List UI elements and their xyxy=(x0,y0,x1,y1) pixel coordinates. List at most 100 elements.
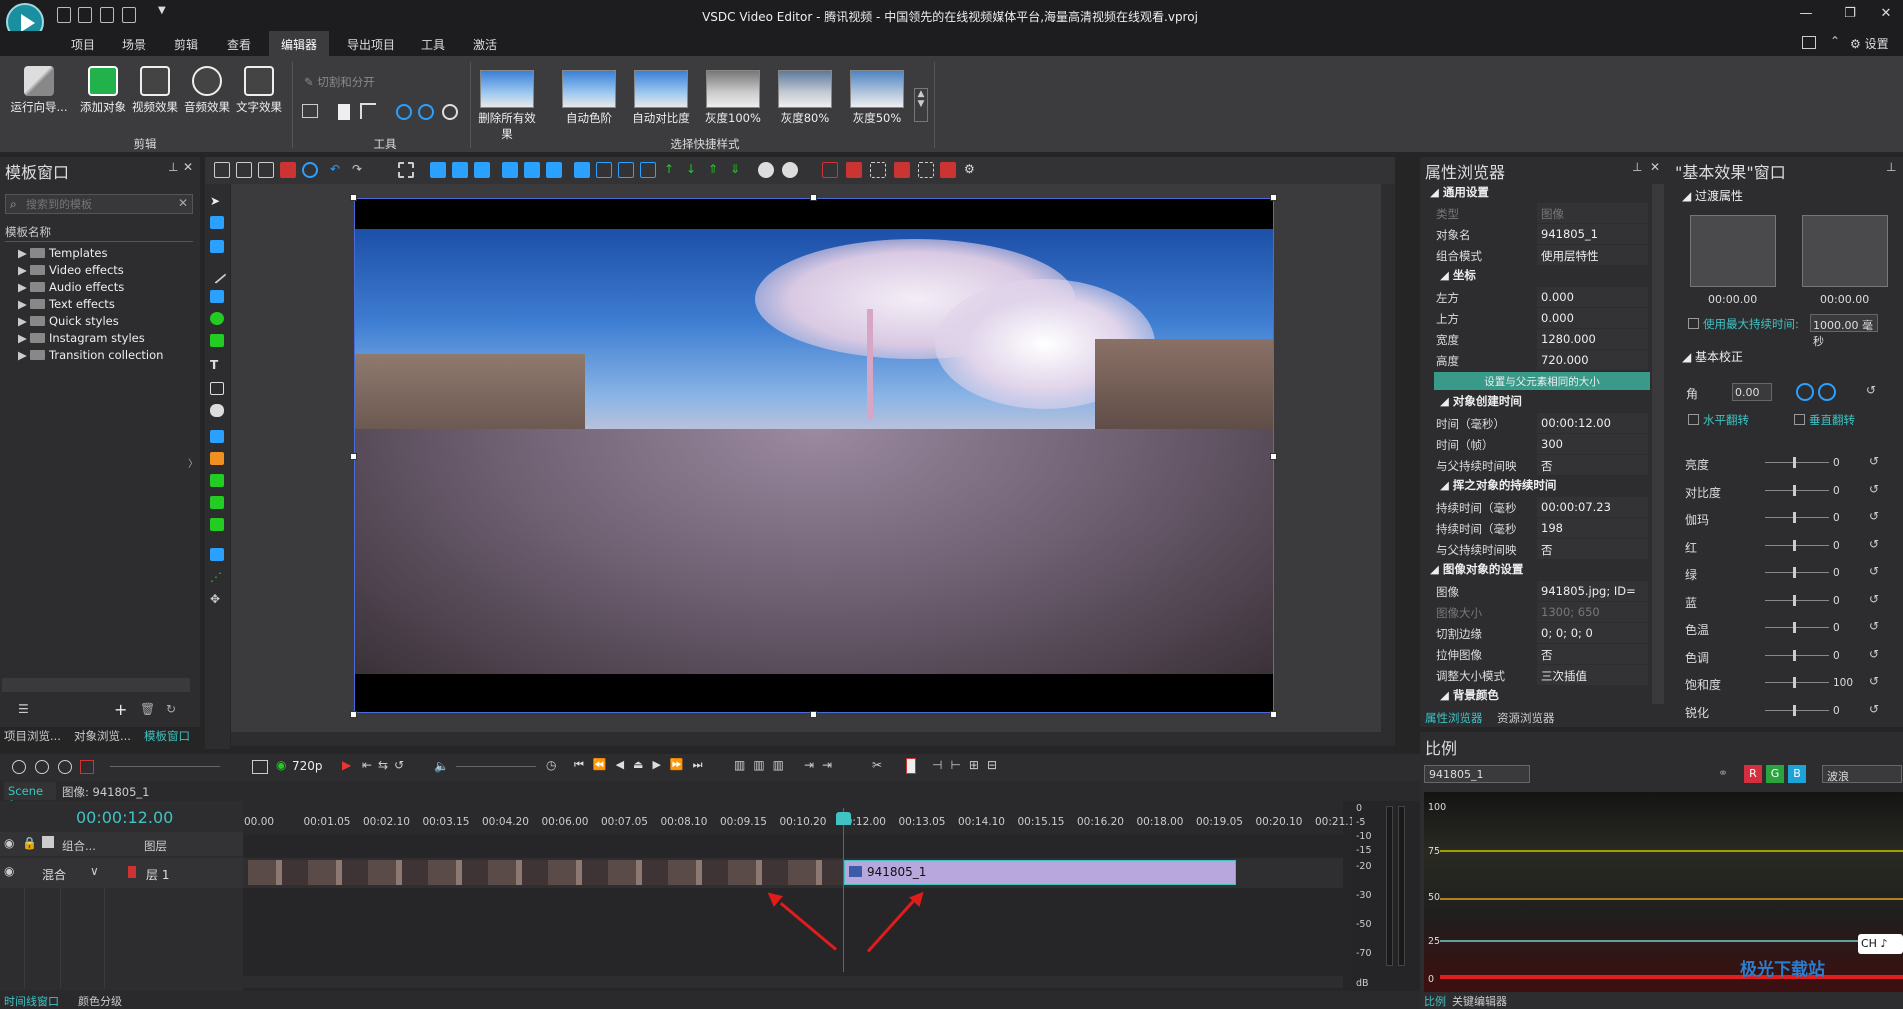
slider-row-4[interactable]: 绿 0 ↺ xyxy=(1685,562,1890,584)
add-audio-icon[interactable] xyxy=(210,240,224,253)
prop-sync-parent[interactable]: 与父持续时间映 否 xyxy=(1430,455,1648,476)
transition-section[interactable]: ◢ 过渡属性 xyxy=(1682,187,1743,204)
tree-item-video-effects[interactable]: ▶ Video effects xyxy=(18,263,124,280)
freeform-icon[interactable] xyxy=(210,334,224,347)
playhead[interactable] xyxy=(843,808,844,972)
prop-value[interactable]: 941805_1 xyxy=(1537,224,1648,244)
prop-value[interactable]: 使用层特性 xyxy=(1537,245,1648,265)
prop-height[interactable]: 高度 720.000 xyxy=(1430,350,1648,371)
transport-controls[interactable]: ⏮⏪◀⏏▶⏩⏭ xyxy=(574,758,712,772)
section-bg-color[interactable]: ◢ 背景颜色 xyxy=(1440,687,1660,707)
adjust-slider[interactable] xyxy=(1765,677,1829,688)
tab-property-browser[interactable]: 属性浏览器 xyxy=(1425,710,1483,726)
tree-item-text-effects[interactable]: ▶ Text effects xyxy=(18,297,115,314)
resize-handle[interactable] xyxy=(350,453,357,460)
adjust-slider[interactable] xyxy=(1765,594,1829,606)
align-top-icon[interactable] xyxy=(502,162,518,178)
close-panel-icon[interactable]: ✕ xyxy=(183,160,193,174)
tree-item-instagram-styles[interactable]: ▶ Instagram styles xyxy=(18,331,145,348)
visibility-eye-icon[interactable]: ◉ xyxy=(4,864,14,878)
tree-item-transitions[interactable]: ▶ Transition collection xyxy=(18,348,163,365)
resize-handle[interactable] xyxy=(350,711,357,718)
marker-buttons[interactable]: ⇥⇥ xyxy=(804,758,840,772)
prop-value[interactable]: 否 xyxy=(1537,539,1648,559)
prop-value[interactable]: 300 xyxy=(1537,434,1648,454)
rotate-right-icon[interactable] xyxy=(418,104,434,120)
scope-object-select[interactable]: 941805_1 xyxy=(1424,765,1530,783)
collapse-ribbon-icon[interactable]: ⌃ xyxy=(1830,34,1840,48)
split-tool-icon[interactable]: ✂ xyxy=(872,758,882,772)
fade-in-preview[interactable] xyxy=(1690,215,1776,287)
resolution-select[interactable]: 720p xyxy=(292,759,323,773)
prop-time-ms[interactable]: 时间（毫秒） 00:00:12.00 xyxy=(1430,413,1648,434)
section-image-settings[interactable]: ◢ 图像对象的设置 xyxy=(1430,561,1650,581)
cut-icon[interactable] xyxy=(214,162,230,178)
tab-timeline-window[interactable]: 时间线窗口 xyxy=(4,993,59,1009)
hflip-checkbox[interactable] xyxy=(1688,414,1699,425)
edit-transport-icons[interactable]: ⇤⇆↺ xyxy=(362,758,410,772)
tree-item-audio-effects[interactable]: ▶ Audio effects xyxy=(18,280,124,297)
link-icon[interactable]: ⚭ xyxy=(1718,766,1728,780)
gear-icon[interactable]: ⚙ xyxy=(964,162,980,178)
tab-scene-0[interactable]: Scene 0 xyxy=(4,782,56,812)
same-width-icon[interactable] xyxy=(596,162,612,178)
section-duration[interactable]: ◢ 挥之对象的持续时间 xyxy=(1440,477,1660,497)
quick-style-gray80[interactable]: 灰度80% xyxy=(776,70,834,125)
tab-key-editor[interactable]: 关键编辑器 xyxy=(1452,993,1507,1009)
slider-row-6[interactable]: 色温 0 ↺ xyxy=(1685,617,1890,639)
guides-icon[interactable] xyxy=(918,162,934,178)
same-as-parent-size-button[interactable]: 设置与父元素相同的大小 xyxy=(1434,372,1650,390)
prop-value[interactable]: 三次插值 xyxy=(1537,665,1648,685)
prop-value[interactable]: 否 xyxy=(1537,644,1648,664)
text-tool-icon[interactable]: T xyxy=(210,358,224,372)
prop-value[interactable]: 否 xyxy=(1537,455,1648,475)
snap-guides-icon[interactable] xyxy=(940,162,956,178)
zoom-out-icon[interactable] xyxy=(35,760,49,774)
preview-eye-icon[interactable]: ◉ xyxy=(276,758,286,772)
prop-width[interactable]: 宽度 1280.000 xyxy=(1430,329,1648,350)
save-project-icon[interactable] xyxy=(100,7,114,23)
paste-icon[interactable] xyxy=(258,162,274,178)
quick-access-menu-icon[interactable]: ▼ xyxy=(158,5,166,16)
pin-icon[interactable]: ⊥ xyxy=(168,160,178,174)
expand-arrow-icon[interactable]: ▶ xyxy=(18,297,30,311)
reset-icon[interactable]: ↺ xyxy=(1869,509,1879,523)
slider-row-3[interactable]: 红 0 ↺ xyxy=(1685,535,1890,557)
prop-object-name[interactable]: 对象名 941805_1 xyxy=(1430,224,1648,245)
tab-export[interactable]: 导出项目 xyxy=(341,31,401,56)
angle-input[interactable]: 0.00 xyxy=(1732,383,1772,401)
timeline-h-scrollbar[interactable] xyxy=(243,976,1343,988)
refresh-icon[interactable]: ↻ xyxy=(166,702,176,716)
tab-editor[interactable]: 编辑器 xyxy=(269,31,329,56)
close-panel-icon[interactable]: ✕ xyxy=(1650,160,1660,174)
fade-out-preview[interactable] xyxy=(1802,215,1888,287)
expand-arrow-icon[interactable]: ▶ xyxy=(18,314,30,328)
slider-row-9[interactable]: 锐化 0 ↺ xyxy=(1685,700,1890,722)
tab-object-explorer[interactable]: 对象浏览... xyxy=(74,728,131,744)
align-right-icon[interactable] xyxy=(474,162,490,178)
prop-resize-mode[interactable]: 调整大小模式 三次插值 xyxy=(1430,665,1648,686)
add-object-button[interactable]: 添加对象 xyxy=(76,64,130,124)
add-icon[interactable]: + xyxy=(114,700,127,719)
prop-crop-edges[interactable]: 切割边缘 0; 0; 0; 0 xyxy=(1430,623,1648,644)
pin-icon[interactable]: ⊥ xyxy=(1632,160,1642,174)
reset-icon[interactable]: ↺ xyxy=(1869,674,1879,688)
resize-handle[interactable] xyxy=(1270,453,1277,460)
preview-mode-icon[interactable] xyxy=(252,760,268,774)
prop-sync-parent-duration[interactable]: 与父持续时间映 否 xyxy=(1430,539,1648,560)
reset-icon[interactable]: ↺ xyxy=(1869,619,1879,633)
slider-row-0[interactable]: 亮度 0 ↺ xyxy=(1685,452,1890,474)
resize-handle[interactable] xyxy=(810,194,817,201)
tab-edit[interactable]: 剪辑 xyxy=(166,31,206,56)
group-icon[interactable] xyxy=(758,162,774,178)
basic-correction-section[interactable]: ◢ 基本校正 xyxy=(1682,348,1743,365)
volume-icon[interactable]: 🔈 xyxy=(434,759,449,773)
template-search-input[interactable] xyxy=(26,196,176,212)
reset-icon[interactable]: ↺ xyxy=(1869,564,1879,578)
same-size-icon[interactable] xyxy=(640,162,656,178)
add-video-icon[interactable] xyxy=(210,216,224,229)
prop-duration-frames[interactable]: 持续时间（毫秒 198 xyxy=(1430,518,1648,539)
expand-arrow-icon[interactable]: ▶ xyxy=(18,331,30,345)
prop-value[interactable]: 941805.jpg; ID= xyxy=(1537,581,1648,601)
split-icon[interactable] xyxy=(302,104,318,118)
